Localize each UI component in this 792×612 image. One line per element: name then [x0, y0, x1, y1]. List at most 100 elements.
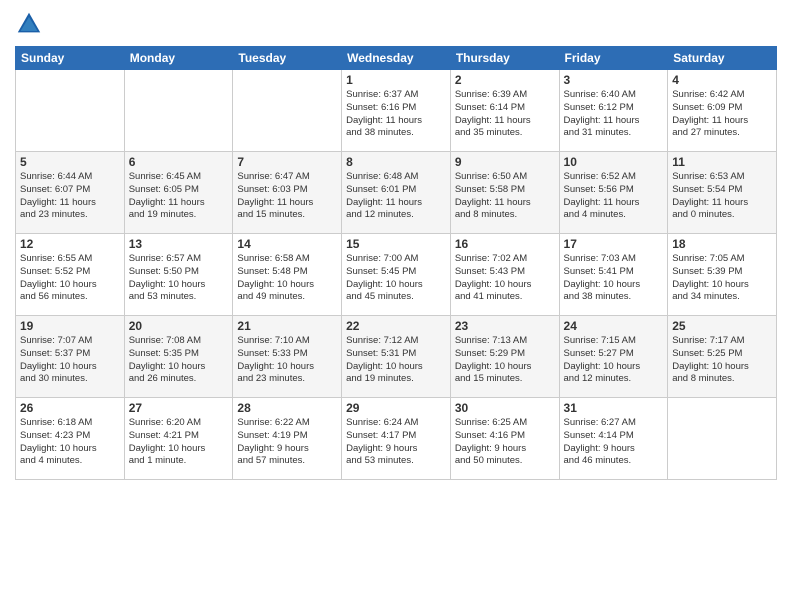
day-info: Sunrise: 6:52 AM Sunset: 5:56 PM Dayligh… [564, 171, 664, 222]
logo-icon [15, 10, 43, 38]
day-info: Sunrise: 6:42 AM Sunset: 6:09 PM Dayligh… [672, 89, 772, 140]
day-info: Sunrise: 6:48 AM Sunset: 6:01 PM Dayligh… [346, 171, 446, 222]
day-number: 7 [237, 155, 337, 169]
calendar-day-cell: 9 Sunrise: 6:50 AM Sunset: 5:58 PM Daylig… [450, 152, 559, 234]
calendar-day-cell: 24Sunrise: 7:15 AM Sunset: 5:27 PM Dayli… [559, 316, 668, 398]
calendar-day-cell: 7 Sunrise: 6:47 AM Sunset: 6:03 PM Daylig… [233, 152, 342, 234]
day-info: Sunrise: 7:15 AM Sunset: 5:27 PM Dayligh… [564, 335, 664, 386]
day-info: Sunrise: 7:05 AM Sunset: 5:39 PM Dayligh… [672, 253, 772, 304]
calendar-day-cell: 29 Sunrise: 6:24 AM Sunset: 4:17 PM Dayli… [342, 398, 451, 480]
calendar-header-monday: Monday [124, 47, 233, 70]
day-number: 9 [455, 155, 555, 169]
day-info: Sunrise: 7:13 AM Sunset: 5:29 PM Dayligh… [455, 335, 555, 386]
day-number: 13 [129, 237, 229, 251]
day-number: 6 [129, 155, 229, 169]
day-info: Sunrise: 6:44 AM Sunset: 6:07 PM Dayligh… [20, 171, 120, 222]
calendar-day-cell: 2 Sunrise: 6:39 AM Sunset: 6:14 PM Daylig… [450, 70, 559, 152]
day-number: 26 [20, 401, 120, 415]
calendar-day-cell: 30 Sunrise: 6:25 AM Sunset: 4:16 PM Dayli… [450, 398, 559, 480]
day-info: Sunrise: 7:17 AM Sunset: 5:25 PM Dayligh… [672, 335, 772, 386]
calendar-week-row: 1 Sunrise: 6:37 AM Sunset: 6:16 PM Daylig… [16, 70, 777, 152]
calendar-day-cell [668, 398, 777, 480]
calendar-week-row: 5 Sunrise: 6:44 AM Sunset: 6:07 PM Daylig… [16, 152, 777, 234]
calendar-header-saturday: Saturday [668, 47, 777, 70]
day-info: Sunrise: 7:10 AM Sunset: 5:33 PM Dayligh… [237, 335, 337, 386]
page-container: SundayMondayTuesdayWednesdayThursdayFrid… [0, 0, 792, 485]
day-number: 14 [237, 237, 337, 251]
day-info: Sunrise: 7:02 AM Sunset: 5:43 PM Dayligh… [455, 253, 555, 304]
calendar-day-cell [233, 70, 342, 152]
calendar-day-cell: 18 Sunrise: 7:05 AM Sunset: 5:39 PM Dayli… [668, 234, 777, 316]
day-info: Sunrise: 6:47 AM Sunset: 6:03 PM Dayligh… [237, 171, 337, 222]
day-number: 1 [346, 73, 446, 87]
day-number: 8 [346, 155, 446, 169]
day-info: Sunrise: 7:08 AM Sunset: 5:35 PM Dayligh… [129, 335, 229, 386]
day-info: Sunrise: 6:40 AM Sunset: 6:12 PM Dayligh… [564, 89, 664, 140]
calendar-day-cell: 20 Sunrise: 7:08 AM Sunset: 5:35 PM Dayli… [124, 316, 233, 398]
calendar-day-cell: 13 Sunrise: 6:57 AM Sunset: 5:50 PM Dayli… [124, 234, 233, 316]
calendar-header-wednesday: Wednesday [342, 47, 451, 70]
day-info: Sunrise: 6:45 AM Sunset: 6:05 PM Dayligh… [129, 171, 229, 222]
calendar-day-cell [124, 70, 233, 152]
day-info: Sunrise: 6:24 AM Sunset: 4:17 PM Dayligh… [346, 417, 446, 468]
day-number: 3 [564, 73, 664, 87]
calendar-table: SundayMondayTuesdayWednesdayThursdayFrid… [15, 46, 777, 480]
day-number: 18 [672, 237, 772, 251]
calendar-week-row: 12Sunrise: 6:55 AM Sunset: 5:52 PM Dayli… [16, 234, 777, 316]
calendar-day-cell: 28Sunrise: 6:22 AM Sunset: 4:19 PM Dayli… [233, 398, 342, 480]
day-number: 15 [346, 237, 446, 251]
calendar-day-cell: 16Sunrise: 7:02 AM Sunset: 5:43 PM Dayli… [450, 234, 559, 316]
day-info: Sunrise: 6:57 AM Sunset: 5:50 PM Dayligh… [129, 253, 229, 304]
day-info: Sunrise: 6:18 AM Sunset: 4:23 PM Dayligh… [20, 417, 120, 468]
logo [15, 10, 45, 38]
calendar-header-tuesday: Tuesday [233, 47, 342, 70]
day-info: Sunrise: 6:37 AM Sunset: 6:16 PM Dayligh… [346, 89, 446, 140]
day-info: Sunrise: 6:50 AM Sunset: 5:58 PM Dayligh… [455, 171, 555, 222]
calendar-day-cell: 5 Sunrise: 6:44 AM Sunset: 6:07 PM Daylig… [16, 152, 125, 234]
calendar-day-cell: 27 Sunrise: 6:20 AM Sunset: 4:21 PM Dayli… [124, 398, 233, 480]
header [15, 10, 777, 38]
calendar-week-row: 19Sunrise: 7:07 AM Sunset: 5:37 PM Dayli… [16, 316, 777, 398]
calendar-header-sunday: Sunday [16, 47, 125, 70]
day-number: 19 [20, 319, 120, 333]
calendar-header-row: SundayMondayTuesdayWednesdayThursdayFrid… [16, 47, 777, 70]
calendar-day-cell: 3 Sunrise: 6:40 AM Sunset: 6:12 PM Daylig… [559, 70, 668, 152]
day-info: Sunrise: 6:25 AM Sunset: 4:16 PM Dayligh… [455, 417, 555, 468]
calendar-header-friday: Friday [559, 47, 668, 70]
day-info: Sunrise: 6:53 AM Sunset: 5:54 PM Dayligh… [672, 171, 772, 222]
day-number: 30 [455, 401, 555, 415]
calendar-day-cell: 21 Sunrise: 7:10 AM Sunset: 5:33 PM Dayli… [233, 316, 342, 398]
day-number: 12 [20, 237, 120, 251]
calendar-day-cell: 8 Sunrise: 6:48 AM Sunset: 6:01 PM Daylig… [342, 152, 451, 234]
day-info: Sunrise: 6:27 AM Sunset: 4:14 PM Dayligh… [564, 417, 664, 468]
day-number: 5 [20, 155, 120, 169]
day-number: 22 [346, 319, 446, 333]
calendar-day-cell: 1 Sunrise: 6:37 AM Sunset: 6:16 PM Daylig… [342, 70, 451, 152]
day-number: 29 [346, 401, 446, 415]
day-number: 27 [129, 401, 229, 415]
calendar-day-cell: 11Sunrise: 6:53 AM Sunset: 5:54 PM Dayli… [668, 152, 777, 234]
day-number: 17 [564, 237, 664, 251]
calendar-day-cell: 14Sunrise: 6:58 AM Sunset: 5:48 PM Dayli… [233, 234, 342, 316]
calendar-day-cell: 22 Sunrise: 7:12 AM Sunset: 5:31 PM Dayli… [342, 316, 451, 398]
day-number: 31 [564, 401, 664, 415]
calendar-day-cell: 15 Sunrise: 7:00 AM Sunset: 5:45 PM Dayli… [342, 234, 451, 316]
day-number: 20 [129, 319, 229, 333]
day-number: 21 [237, 319, 337, 333]
day-info: Sunrise: 7:03 AM Sunset: 5:41 PM Dayligh… [564, 253, 664, 304]
calendar-day-cell: 25Sunrise: 7:17 AM Sunset: 5:25 PM Dayli… [668, 316, 777, 398]
day-number: 2 [455, 73, 555, 87]
calendar-week-row: 26 Sunrise: 6:18 AM Sunset: 4:23 PM Dayli… [16, 398, 777, 480]
day-info: Sunrise: 6:20 AM Sunset: 4:21 PM Dayligh… [129, 417, 229, 468]
calendar-day-cell: 17 Sunrise: 7:03 AM Sunset: 5:41 PM Dayli… [559, 234, 668, 316]
calendar-day-cell: 23 Sunrise: 7:13 AM Sunset: 5:29 PM Dayli… [450, 316, 559, 398]
calendar-day-cell: 6 Sunrise: 6:45 AM Sunset: 6:05 PM Daylig… [124, 152, 233, 234]
day-info: Sunrise: 7:00 AM Sunset: 5:45 PM Dayligh… [346, 253, 446, 304]
day-number: 23 [455, 319, 555, 333]
day-info: Sunrise: 6:39 AM Sunset: 6:14 PM Dayligh… [455, 89, 555, 140]
calendar-day-cell: 4 Sunrise: 6:42 AM Sunset: 6:09 PM Daylig… [668, 70, 777, 152]
calendar-header-thursday: Thursday [450, 47, 559, 70]
day-number: 4 [672, 73, 772, 87]
day-info: Sunrise: 7:12 AM Sunset: 5:31 PM Dayligh… [346, 335, 446, 386]
calendar-day-cell: 26 Sunrise: 6:18 AM Sunset: 4:23 PM Dayli… [16, 398, 125, 480]
